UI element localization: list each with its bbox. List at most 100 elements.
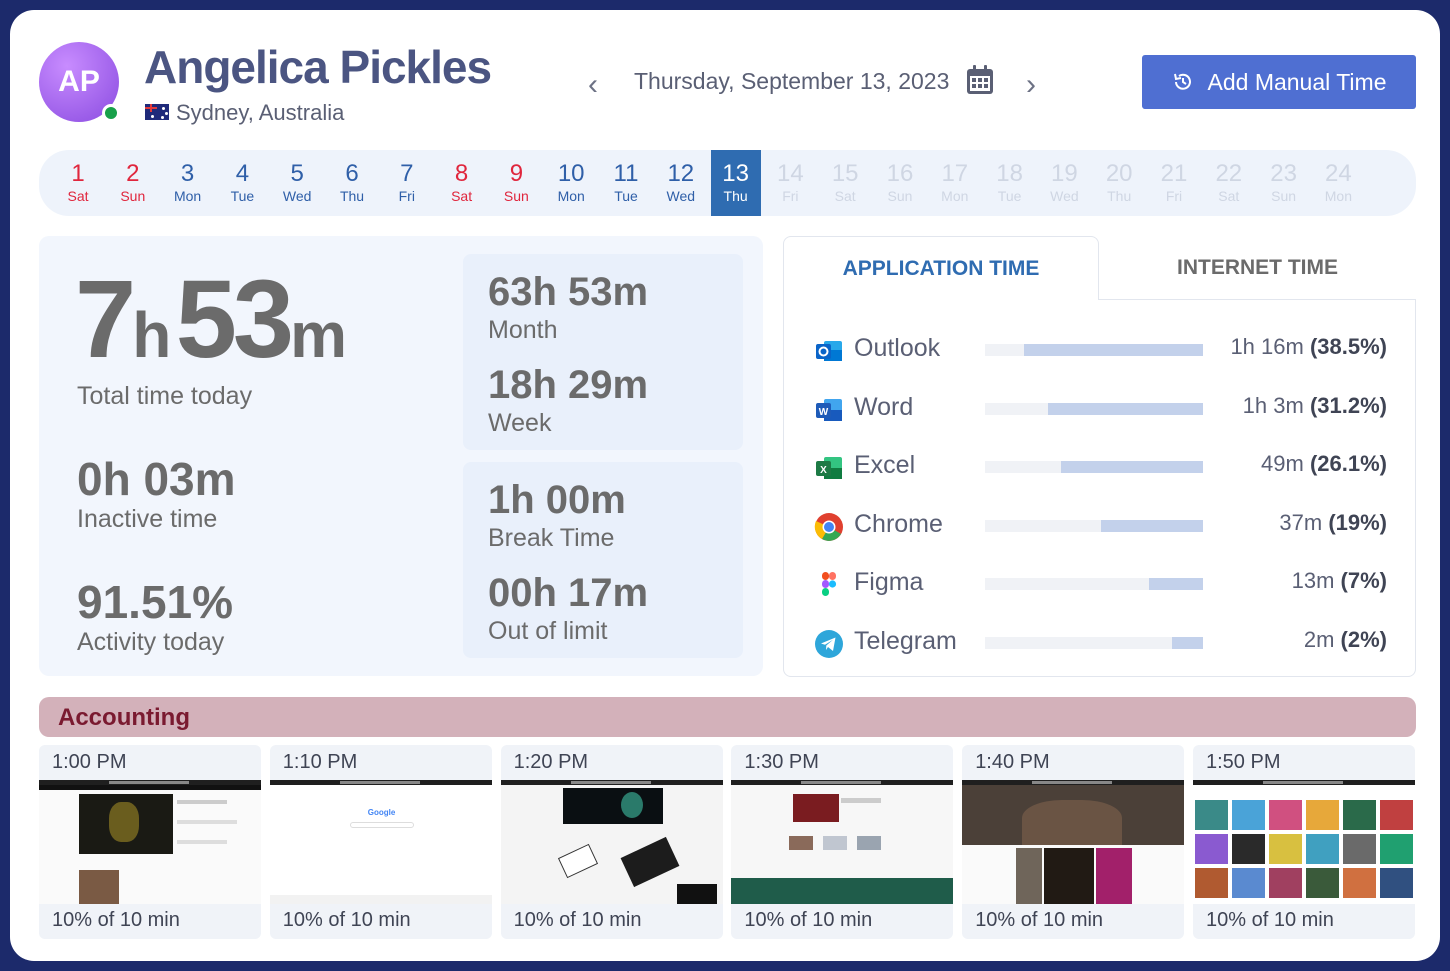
screenshot-card[interactable]: 1:40 PM 10% of 10 min (962, 745, 1185, 939)
day-23: 23 Sun (1259, 150, 1309, 216)
app-time: 1h 3m (31.2%) (1242, 392, 1387, 418)
day-3[interactable]: 3 Mon (163, 150, 213, 216)
excel-icon: X (814, 453, 844, 483)
day-weekday: Sat (451, 188, 473, 204)
day-number: 9 (509, 160, 524, 187)
day-number: 5 (290, 160, 304, 187)
chevron-left-icon[interactable]: ‹ (588, 68, 598, 102)
day-weekday: Sun (120, 188, 146, 204)
screenshot-time: 1:30 PM (744, 751, 819, 773)
screenshot-thumbnail[interactable] (731, 780, 954, 904)
day-number: 20 (1105, 160, 1133, 187)
day-13[interactable]: 13 Thu (710, 150, 761, 216)
day-number: 15 (831, 160, 859, 187)
telegram-icon (814, 629, 844, 659)
day-number: 16 (886, 160, 914, 187)
app-usage-bar (985, 578, 1203, 591)
activity-label: Activity today (77, 628, 225, 656)
inactive-time-value: 0h 03m (77, 453, 236, 505)
screenshot-card[interactable]: 1:20 PM 10% of 10 min (500, 745, 723, 939)
app-usage-bar (985, 402, 1203, 415)
day-6[interactable]: 6 Thu (327, 150, 377, 216)
day-8[interactable]: 8 Sat (437, 150, 487, 216)
day-2[interactable]: 2 Sun (108, 150, 158, 216)
day-weekday: Thu (339, 188, 365, 204)
day-number: 4 (235, 160, 250, 187)
day-11[interactable]: 11 Tue (601, 150, 651, 216)
inactive-time-label: Inactive time (77, 505, 218, 533)
day-number: 7 (400, 160, 414, 187)
day-12[interactable]: 12 Wed (656, 150, 706, 216)
tab-application-time[interactable]: APPLICATION TIME (783, 236, 1099, 300)
day-number: 8 (454, 160, 469, 187)
online-status-indicator (102, 104, 120, 122)
app-row-excel[interactable]: X Excel 49m (26.1%) (784, 447, 1417, 487)
app-time: 2m (2%) (1303, 627, 1387, 652)
day-weekday: Tue (230, 188, 255, 204)
day-number: 12 (667, 160, 695, 187)
day-number: 23 (1270, 160, 1297, 187)
tab-internet-time[interactable]: INTERNET TIME (1099, 236, 1416, 300)
screenshot-card[interactable]: 1:10 PM Google 10% of 10 min (269, 745, 492, 939)
day-number: 6 (345, 160, 359, 187)
time-stats-panel: 7h 53m Total time today 0h 03m Inactive … (39, 236, 763, 676)
app-row-outlook[interactable]: Outlook 1h 16m (38.5%) (784, 330, 1417, 370)
app-row-figma[interactable]: Figma 13m (7%) (784, 564, 1417, 604)
screenshot-card[interactable]: 1:50 PM 10% of 10 min (1193, 745, 1415, 939)
day-weekday: Mon (941, 188, 969, 204)
day-weekday: Sun (503, 188, 529, 204)
svg-text:X: X (820, 465, 827, 476)
screenshot-activity: 10% of 10 min (513, 909, 642, 931)
app-row-telegram[interactable]: Telegram 2m (2%) (784, 623, 1417, 663)
accounting-title: Accounting (58, 704, 190, 731)
screenshot-activity: 10% of 10 min (975, 909, 1104, 931)
day-weekday: Wed (1050, 188, 1079, 204)
app-name: Word (854, 392, 914, 421)
day-number: 13 (722, 160, 749, 187)
day-10[interactable]: 10 Mon (546, 150, 596, 216)
day-16: 16 Sun (875, 150, 925, 216)
day-21: 21 Fri (1149, 150, 1199, 216)
month-value: 63h 53m (488, 270, 649, 314)
screenshot-thumbnail[interactable] (1193, 780, 1415, 904)
chevron-right-icon[interactable]: › (1026, 68, 1036, 102)
accounting-header[interactable]: Accounting (39, 697, 1416, 737)
out-of-limit-label: Out of limit (488, 617, 608, 645)
app-name: Outlook (854, 334, 941, 362)
screenshot-time: 1:20 PM (513, 751, 589, 773)
svg-text:W: W (819, 407, 829, 418)
activity-value: 91.51% (77, 576, 234, 628)
app-row-word[interactable]: W Word 1h 3m (31.2%) (784, 389, 1417, 429)
screenshot-thumbnail[interactable] (39, 780, 261, 904)
day-20: 20 Thu (1094, 150, 1144, 216)
screenshot-thumbnail[interactable]: Google (269, 780, 492, 904)
day-weekday: Sat (1218, 188, 1240, 204)
day-1[interactable]: 1 Sat (53, 150, 103, 216)
month-label: Month (488, 316, 558, 344)
add-manual-time-button[interactable]: Add Manual Time (1142, 55, 1416, 109)
day-18: 18 Tue (985, 150, 1035, 216)
screenshot-card[interactable]: 1:30 PM 10% of 10 min (731, 745, 954, 939)
day-4[interactable]: 4 Tue (217, 150, 267, 216)
screenshot-time: 1:00 PM (52, 751, 127, 773)
app-name: Figma (854, 568, 924, 597)
day-weekday: Fri (782, 188, 799, 204)
app-usage-bar-fill (1148, 578, 1203, 591)
figma-icon (814, 570, 844, 600)
day-7[interactable]: 7 Fri (382, 150, 432, 216)
screenshot-card[interactable]: 1:00 PM 10% of 10 min (39, 745, 261, 939)
screenshot-thumbnail[interactable] (962, 780, 1185, 904)
word-icon: W (814, 395, 844, 425)
calendar-icon[interactable] (965, 64, 995, 96)
break-limit-card: 1h 00m Break Time 00h 17m Out of limit (463, 462, 743, 658)
app-row-chrome[interactable]: Chrome 37m (19%) (784, 506, 1417, 546)
day-weekday: Mon (557, 188, 585, 204)
day-number: 24 (1325, 160, 1352, 187)
day-5[interactable]: 5 Wed (272, 150, 322, 216)
history-icon (1173, 73, 1191, 90)
day-9[interactable]: 9 Sun (491, 150, 541, 216)
day-weekday: Tue (997, 188, 1022, 204)
screenshot-thumbnail[interactable] (500, 780, 723, 904)
app-usage-bar (985, 344, 1203, 356)
day-19: 19 Wed (1039, 150, 1089, 216)
